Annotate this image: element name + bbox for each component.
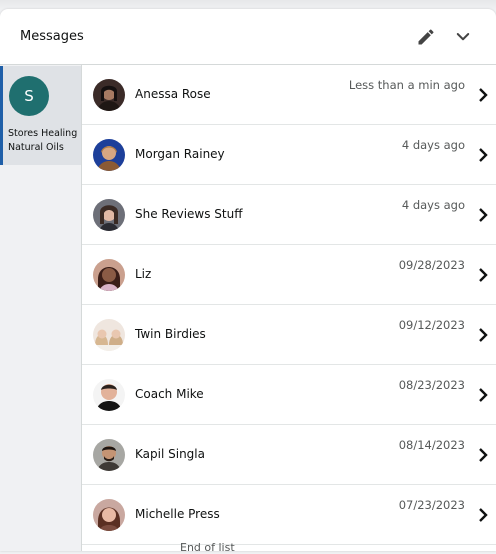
message-time: 09/12/2023	[398, 318, 465, 332]
messages-panel: Messages S Stores Healing Natural Oils A…	[0, 9, 496, 551]
message-time: 07/23/2023	[398, 498, 465, 512]
chevron-down-icon	[456, 33, 470, 41]
messages-header: Messages	[0, 9, 496, 65]
conversation-row[interactable]: She Reviews Stuff 4 days ago	[82, 185, 496, 245]
avatar	[93, 79, 125, 111]
store-sidebar: S Stores Healing Natural Oils	[0, 65, 82, 551]
contact-name: She Reviews Stuff	[135, 207, 243, 221]
conversation-row[interactable]: Twin Birdies 09/12/2023	[82, 305, 496, 365]
chevron-right-icon	[479, 508, 488, 522]
chevron-right-icon	[479, 88, 488, 102]
avatar	[93, 259, 125, 291]
chevron-right-icon	[479, 208, 488, 222]
contact-name: Coach Mike	[135, 387, 204, 401]
message-time: 08/14/2023	[398, 438, 465, 452]
collapse-button[interactable]	[451, 25, 475, 49]
contact-name: Anessa Rose	[135, 87, 211, 101]
avatar	[93, 499, 125, 531]
chevron-right-icon	[479, 148, 488, 162]
contact-name: Twin Birdies	[135, 327, 206, 341]
conversation-row[interactable]: Michelle Press 07/23/2023	[82, 485, 496, 545]
avatar	[93, 439, 125, 471]
pencil-icon	[418, 29, 434, 45]
chevron-right-icon	[479, 328, 488, 342]
contact-name: Liz	[135, 267, 152, 281]
compose-button[interactable]	[414, 25, 438, 49]
end-of-list-text: End of list	[180, 541, 235, 554]
chevron-right-icon	[479, 388, 488, 402]
store-avatar: S	[9, 76, 49, 116]
contact-name: Michelle Press	[135, 507, 220, 521]
message-time: 08/23/2023	[398, 378, 465, 392]
chevron-right-icon	[479, 448, 488, 462]
conversation-row[interactable]: Liz 09/28/2023	[82, 245, 496, 305]
conversation-row[interactable]: Anessa Rose Less than a min ago	[82, 65, 496, 125]
avatar	[93, 319, 125, 351]
conversation-row[interactable]: Coach Mike 08/23/2023	[82, 365, 496, 425]
store-name: Stores Healing Natural Oils	[8, 128, 78, 153]
avatar	[93, 139, 125, 171]
message-time: 09/28/2023	[398, 258, 465, 272]
conversation-row[interactable]: Morgan Rainey 4 days ago	[82, 125, 496, 185]
store-item-selected[interactable]: S Stores Healing Natural Oils	[0, 66, 81, 165]
chevron-right-icon	[479, 268, 488, 282]
contact-name: Kapil Singla	[135, 447, 205, 461]
contact-name: Morgan Rainey	[135, 147, 225, 161]
message-time: 4 days ago	[401, 198, 465, 212]
message-time: Less than a min ago	[348, 78, 465, 92]
avatar	[93, 379, 125, 411]
page-title: Messages	[20, 29, 84, 44]
conversation-list: Anessa Rose Less than a min ago Morgan R…	[82, 65, 496, 551]
conversation-row[interactable]: Kapil Singla 08/14/2023	[82, 425, 496, 485]
message-time: 4 days ago	[401, 138, 465, 152]
avatar	[93, 199, 125, 231]
